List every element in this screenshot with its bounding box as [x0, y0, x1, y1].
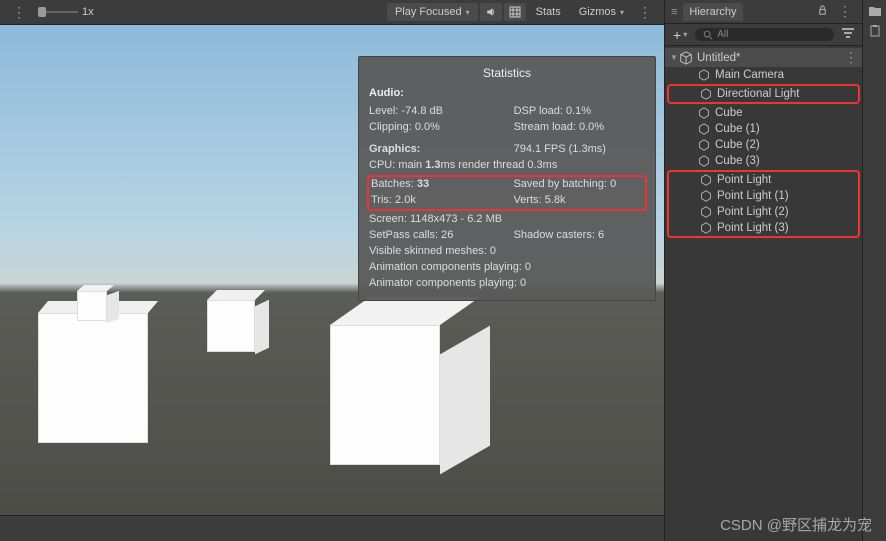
gameobject-icon	[697, 122, 711, 136]
lock-icon[interactable]	[817, 5, 828, 19]
stats-screen: Screen: 1148x473 - 6.2 MB	[369, 212, 645, 228]
game-viewport: Statistics Audio: Level: -74.8 dB DSP lo…	[0, 25, 664, 541]
status-bar	[0, 515, 664, 541]
gameobject-icon	[699, 205, 713, 219]
hierarchy-tab[interactable]: Hierarchy	[683, 3, 742, 21]
scale-label: 1x	[82, 6, 94, 18]
toolbar-more-icon[interactable]: ⋮	[634, 4, 656, 21]
right-rail	[862, 0, 886, 541]
stats-audio-level: Level: -74.8 dB	[369, 104, 514, 120]
statistics-panel: Statistics Audio: Level: -74.8 dB DSP lo…	[358, 56, 656, 301]
watermark: CSDN @野区捕龙为宠	[720, 514, 872, 535]
stats-dsp-load: DSP load: 0.1%	[514, 104, 645, 120]
hierarchy-item-point-light-2[interactable]: Point Light (2)	[669, 204, 858, 220]
stats-batches: Batches: 33	[371, 177, 513, 193]
clipboard-icon[interactable]	[868, 24, 882, 38]
panel-more-icon[interactable]: ⋮	[834, 3, 856, 20]
panel-menu-icon[interactable]: ≡	[671, 6, 677, 18]
stats-clipping: Clipping: 0.0%	[369, 120, 514, 136]
hierarchy-item-point-light[interactable]: Point Light	[669, 172, 858, 188]
hierarchy-item-directional-light[interactable]: Directional Light	[669, 86, 858, 102]
scale-slider[interactable]	[38, 11, 78, 13]
hierarchy-search[interactable]: All	[695, 28, 834, 41]
hierarchy-item-cube-1[interactable]: Cube (1)	[665, 121, 862, 137]
gameobject-icon	[699, 173, 713, 187]
stats-setpass: SetPass calls: 26	[369, 228, 514, 244]
highlight-point-lights: Point Light Point Light (1) Point Light …	[667, 170, 860, 238]
filter-icon[interactable]	[838, 26, 858, 44]
hierarchy-item-point-light-1[interactable]: Point Light (1)	[669, 188, 858, 204]
gameobject-icon	[697, 138, 711, 152]
stats-tris: Tris: 2.0k	[371, 193, 513, 209]
options-menu-icon[interactable]: ⋮	[8, 4, 30, 21]
hierarchy-item-cube[interactable]: Cube	[665, 105, 862, 121]
stats-graphics-heading: Graphics:	[369, 142, 514, 158]
stats-highlight-batches: Batches: 33 Saved by batching: 0 Tris: 2…	[367, 175, 647, 211]
highlight-directional-light: Directional Light	[667, 84, 860, 104]
gameobject-icon	[699, 87, 713, 101]
gameobject-icon	[697, 154, 711, 168]
display-mode-dropdown[interactable]: Play Focused▾	[387, 3, 478, 21]
gameobject-icon	[697, 68, 711, 82]
stats-saved-batching: Saved by batching: 0	[513, 177, 643, 193]
hierarchy-item-cube-3[interactable]: Cube (3)	[665, 153, 862, 169]
gameobject-icon	[699, 221, 713, 235]
gameobject-icon	[699, 189, 713, 203]
hierarchy-item-camera[interactable]: Main Camera	[665, 67, 862, 83]
foldout-icon[interactable]: ▼	[669, 53, 679, 62]
stats-anim-components: Animation components playing: 0	[369, 260, 645, 276]
hierarchy-tree: ▼ Untitled* ⋮ Main Camera Directional Li…	[665, 46, 862, 241]
gizmos-dropdown[interactable]: Gizmos▾	[571, 3, 632, 21]
stats-animator-components: Animator components playing: 0	[369, 276, 645, 292]
stats-fps: 794.1 FPS (1.3ms)	[514, 142, 645, 158]
game-view-toolbar: ⋮ 1x Play Focused▾ Stats Gizmos▾	[0, 0, 664, 25]
stats-skinned-meshes: Visible skinned meshes: 0	[369, 244, 645, 260]
hierarchy-panel: ≡ Hierarchy ⋮ +▾ All ▼ Untitled* ⋮	[664, 0, 862, 541]
scene-icon	[679, 51, 693, 65]
stats-toggle[interactable]: Stats	[528, 3, 569, 21]
search-icon	[703, 30, 713, 40]
mute-audio-button[interactable]	[480, 3, 502, 21]
stats-title: Statistics	[369, 65, 645, 82]
create-button[interactable]: +▾	[669, 27, 691, 43]
gameobject-icon	[697, 106, 711, 120]
hierarchy-item-point-light-3[interactable]: Point Light (3)	[669, 220, 858, 236]
stats-audio-heading: Audio:	[369, 86, 645, 102]
hierarchy-item-cube-2[interactable]: Cube (2)	[665, 137, 862, 153]
stats-shadow-casters: Shadow casters: 6	[514, 228, 645, 244]
scene-menu-icon[interactable]: ⋮	[844, 49, 858, 66]
scene-row[interactable]: ▼ Untitled* ⋮	[665, 48, 862, 67]
stats-cpu: CPU: main 1.3ms render thread 0.3ms	[369, 158, 645, 174]
stats-verts: Verts: 5.8k	[513, 193, 643, 209]
aspect-grid-button[interactable]	[504, 3, 526, 21]
folder-icon[interactable]	[868, 4, 882, 18]
stats-stream-load: Stream load: 0.0%	[514, 120, 645, 136]
